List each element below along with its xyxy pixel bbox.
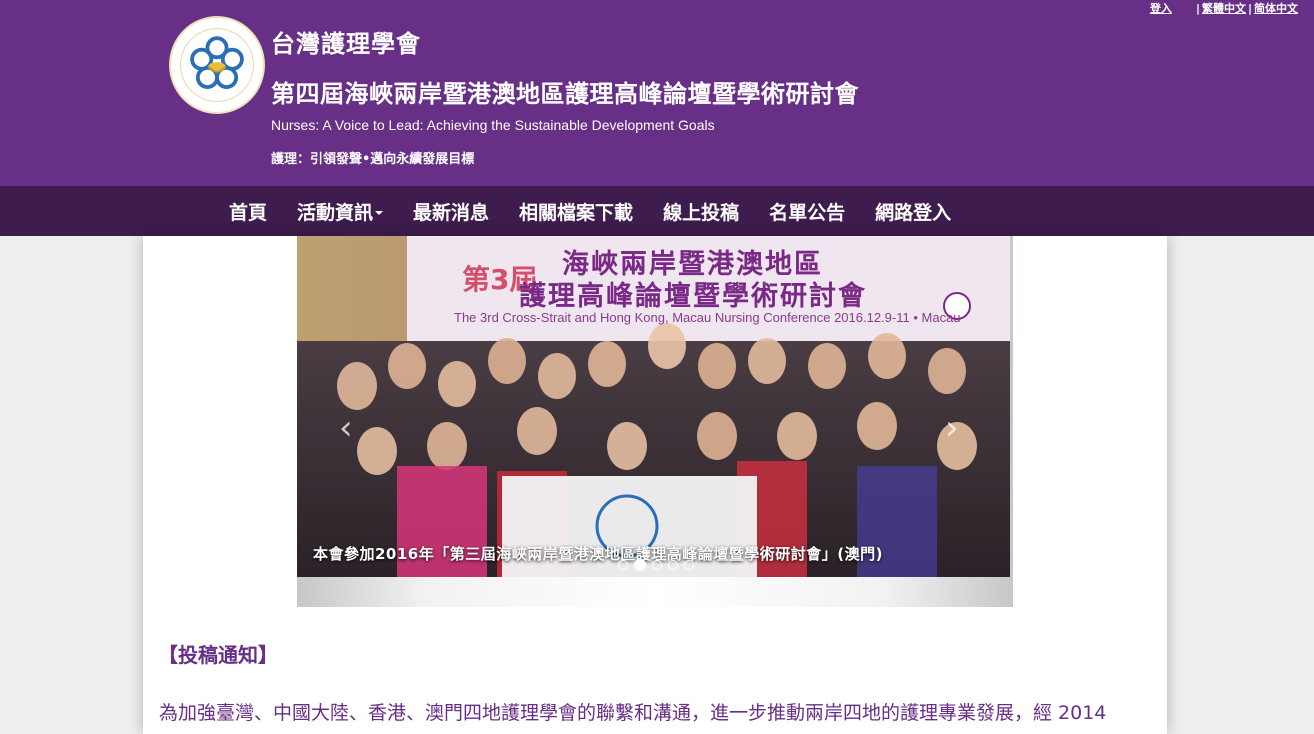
theme-english: Nurses: A Voice to Lead: Achieving the S… <box>271 117 715 133</box>
chevron-right-icon[interactable]: › <box>945 408 959 448</box>
top-links: 登入 | 繁體中文 | 简体中文 <box>1150 0 1298 16</box>
banner-english: The 3rd Cross-Strait and Hong Kong, Maca… <box>454 310 961 325</box>
nav-event-info[interactable]: 活動資訊 <box>282 198 398 225</box>
simplified-chinese-link[interactable]: 简体中文 <box>1254 0 1298 16</box>
site-title: 台灣護理學會 <box>271 30 421 58</box>
carousel-indicator[interactable] <box>652 560 662 570</box>
image-carousel[interactable]: 第3屆 海峽兩岸暨港澳地區 護理高峰論壇暨學術研討會 The 3rd Cross… <box>297 236 1013 607</box>
nav-downloads[interactable]: 相關檔案下載 <box>504 198 648 225</box>
traditional-chinese-link[interactable]: 繁體中文 <box>1202 0 1246 16</box>
carousel-indicator-active[interactable] <box>634 559 646 571</box>
carousel-indicator[interactable] <box>618 560 628 570</box>
carousel-indicator[interactable] <box>668 560 678 570</box>
carousel-caption: 本會參加2016年「第三屆海峽兩岸暨港澳地區護理高峰論壇暨學術研討會」(澳門) <box>313 545 883 563</box>
carousel-indicator[interactable] <box>684 560 694 570</box>
login-link[interactable]: 登入 <box>1150 0 1172 16</box>
separator: | <box>1195 1 1200 15</box>
nav-news[interactable]: 最新消息 <box>398 198 504 225</box>
main-navigation: 首頁 活動資訊 最新消息 相關檔案下載 線上投稿 名單公告 網路登入 <box>0 186 1314 236</box>
conference-title: 第四屆海峽兩岸暨港澳地區護理高峰論壇暨學術研討會 <box>271 80 859 108</box>
nav-online-submission[interactable]: 線上投稿 <box>648 198 754 225</box>
nav-home[interactable]: 首頁 <box>214 198 282 225</box>
theme-chinese: 護理：引領發聲•邁向永續發展目標 <box>271 152 475 167</box>
nav-announcements[interactable]: 名單公告 <box>754 198 860 225</box>
submission-notice-heading: 【投稿通知】 <box>158 643 278 667</box>
association-logo[interactable] <box>169 16 265 114</box>
nav-online-login[interactable]: 網路登入 <box>860 198 966 225</box>
chevron-left-icon[interactable]: ‹ <box>339 408 353 448</box>
submission-notice-body: 為加強臺灣、中國大陸、香港、澳門四地護理學會的聯繫和溝通，進一步推動兩岸四地的護… <box>159 702 1107 724</box>
carousel-indicators <box>618 559 694 571</box>
banner-title-line2: 護理高峰論壇暨學術研討會 <box>519 281 867 312</box>
caret-down-icon <box>375 211 384 215</box>
carousel-slide: 第3屆 海峽兩岸暨港澳地區 護理高峰論壇暨學術研討會 The 3rd Cross… <box>297 236 1010 577</box>
separator: | <box>1247 1 1252 15</box>
site-header: 登入 | 繁體中文 | 简体中文 台灣護理學會 第四屆海峽兩岸暨港澳地區護理高峰… <box>0 0 1314 186</box>
